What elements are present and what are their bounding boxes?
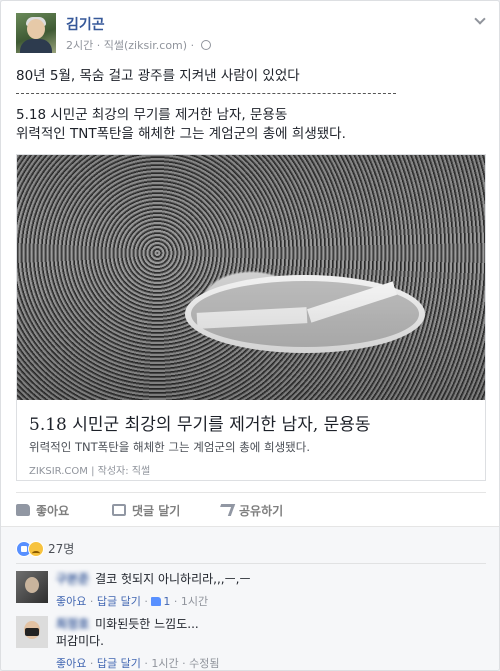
link-author[interactable]: 작성자: 직썰 (98, 466, 151, 477)
commenter-avatar[interactable] (16, 571, 48, 603)
comment-like-link[interactable]: 좋아요 (56, 595, 86, 608)
commenter-name[interactable]: 최정호 (56, 617, 89, 631)
comment-reply-link[interactable]: 답글 달기 (97, 595, 141, 608)
post-header: 김기곤 2시간 · 직썰(ziksir.com) · (16, 13, 486, 57)
post-time[interactable]: 2시간 (66, 39, 93, 52)
share-icon (216, 504, 236, 516)
comment-text: 퍼감미다. (56, 634, 104, 648)
comment-icon (112, 504, 126, 516)
comment-like-count[interactable]: 1 (151, 595, 170, 608)
link-title[interactable]: 5.18 시민군 최강의 무기를 제거한 남자, 문용동 (29, 410, 371, 435)
link-preview-image[interactable] (17, 155, 485, 400)
comment-button[interactable]: 댓글 달기 (112, 502, 180, 519)
comment-like-link[interactable]: 좋아요 (56, 657, 86, 670)
post-via[interactable]: 직썰(ziksir.com) (104, 39, 187, 52)
feedback-section: 27명 구본준 결코 헛되지 아니하리라,,,ㅡ,ㅡ 좋아요 · 답글 달기 · … (1, 526, 499, 670)
comment-meta: 좋아요 · 답글 달기 · 1시간 · 수정됨 (56, 657, 220, 670)
reaction-summary[interactable]: 27명 (16, 538, 75, 557)
share-button[interactable]: 공유하기 (216, 502, 283, 519)
comment-edited[interactable]: 수정됨 (189, 657, 219, 670)
post-meta: 2시간 · 직썰(ziksir.com) · (66, 37, 211, 53)
reaction-count: 27명 (48, 542, 75, 556)
commenter-avatar[interactable] (16, 616, 48, 648)
author-name[interactable]: 김기곤 (66, 14, 105, 34)
comment-text: 결코 헛되지 아니하리라,,,ㅡ,ㅡ (95, 572, 251, 586)
chevron-down-icon[interactable] (474, 15, 486, 27)
comment: 최정호 미화된듯한 느낌도... 퍼감미다. 좋아요 · 답글 달기 · 1시간 … (16, 616, 486, 670)
globe-icon[interactable] (200, 40, 211, 50)
action-bar: 좋아요 댓글 달기 공유하기 (16, 492, 486, 526)
post-card: 김기곤 2시간 · 직썰(ziksir.com) · 80년 5월, 목숨 걸고… (0, 0, 500, 671)
thumbs-up-icon (16, 504, 30, 516)
link-domain: ZIKSIR.COM (29, 466, 88, 477)
link-description: 위력적인 TNT폭탄을 해체한 그는 계엄군의 총에 희생됐다. (29, 440, 310, 454)
commenter-name[interactable]: 구본준 (56, 572, 89, 586)
author-avatar[interactable] (16, 13, 56, 53)
comment-meta: 좋아요 · 답글 달기 · 1 · 1시간 (56, 595, 209, 608)
post-text-line: 5.18 시민군 최강의 무기를 제거한 남자, 문용동 (16, 107, 288, 123)
comment-reply-link[interactable]: 답글 달기 (97, 657, 141, 670)
divider (16, 93, 396, 94)
comment-text: 미화된듯한 느낌도... (95, 617, 199, 631)
link-source: ZIKSIR.COM | 작성자: 직썰 (29, 466, 151, 477)
like-icon (151, 597, 162, 606)
comment-time[interactable]: 1시간 (151, 657, 178, 670)
post-text-line: 80년 5월, 목숨 걸고 광주를 지켜낸 사람이 있었다 (16, 68, 300, 84)
post-text-line: 위력적인 TNT폭탄을 해체한 그는 계엄군의 총에 희생됐다. (16, 126, 346, 142)
link-preview[interactable]: 5.18 시민군 최강의 무기를 제거한 남자, 문용동 위력적인 TNT폭탄을… (16, 154, 486, 481)
sad-icon (28, 540, 44, 557)
comment-time[interactable]: 1시간 (181, 595, 208, 608)
divider (16, 563, 486, 564)
like-button[interactable]: 좋아요 (16, 502, 69, 519)
